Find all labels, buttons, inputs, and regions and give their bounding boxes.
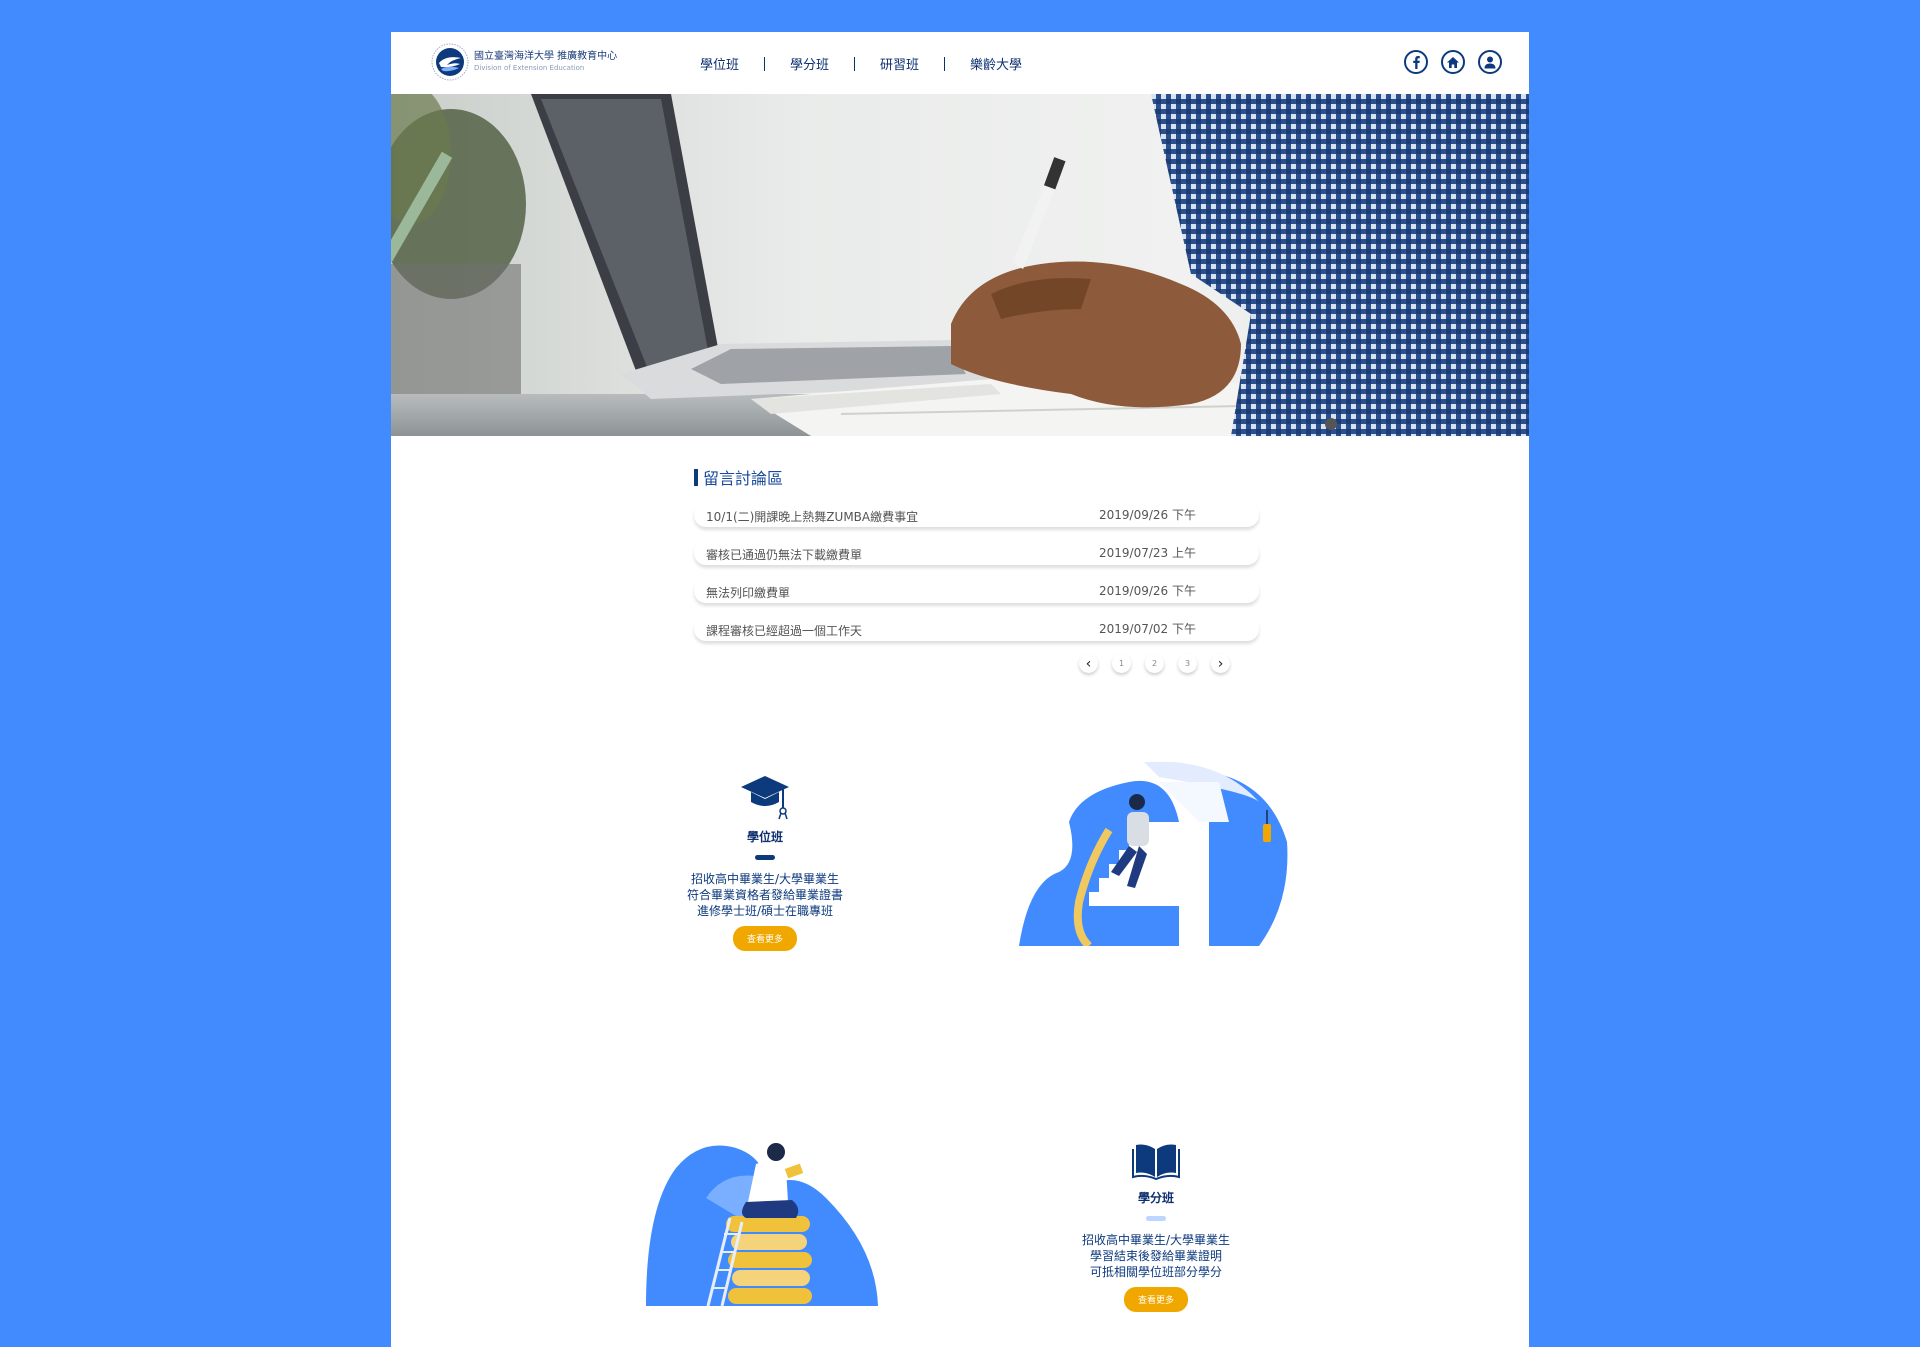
user-icon[interactable] [1478, 50, 1502, 74]
books-stack-illustration [646, 1143, 878, 1306]
forum-row-title[interactable]: 無法列印繳費單 [706, 584, 790, 601]
graduation-cap-icon [741, 776, 789, 820]
page-button-3[interactable]: 3 [1178, 654, 1197, 673]
forum-row[interactable]: 無法列印繳費單 2019/09/26 下午 [694, 578, 1259, 603]
nav-divider [764, 56, 766, 71]
nav-credit[interactable]: 學分班 [790, 54, 829, 73]
prev-page-button[interactable]: ‹ [1079, 654, 1098, 673]
forum-row[interactable]: 課程審核已經超過一個工作天 2019/07/02 下午 [694, 616, 1259, 641]
facebook-icon[interactable] [1404, 50, 1428, 74]
degree-description: 招收高中畢業生/大學畢業生 符合畢業資格者發給畢業證書 進修學士班/碩士在職專班 [655, 871, 875, 919]
credit-desc-line: 招收高中畢業生/大學畢業生 [1081, 1233, 1231, 1247]
pagination: ‹ 1 2 3 › [1079, 654, 1264, 673]
degree-desc-line: 進修學士班/碩士在職專班 [696, 904, 834, 918]
degree-section: 學位班 招收高中畢業生/大學畢業生 符合畢業資格者發給畢業證書 進修學士班/碩士… [655, 774, 875, 951]
forum-title: 留言討論區 [703, 469, 784, 488]
degree-desc-line: 符合畢業資格者發給畢業證書 [686, 888, 843, 902]
credit-more-button[interactable]: 查看更多 [1123, 1287, 1188, 1312]
forum-row-date: 2019/07/23 上午 [1099, 546, 1196, 560]
page-button-1[interactable]: 1 [1112, 654, 1131, 673]
nav-senior-university[interactable]: 樂齡大學 [970, 54, 1022, 73]
header-icons [1404, 50, 1502, 74]
forum-row-title[interactable]: 課程審核已經超過一個工作天 [706, 622, 862, 639]
forum-row[interactable]: 10/1(二)開課晚上熱舞ZUMBA繳費事宜 2019/09/26 下午 [694, 502, 1259, 527]
forum-row-title[interactable]: 審核已通過仍無法下載繳費單 [706, 546, 862, 563]
book-icon [1132, 1144, 1180, 1181]
credit-title: 學分班 [1137, 1191, 1174, 1205]
credit-section: 學分班 招收高中畢業生/大學畢業生 學習結束後發給畢業證明 可抵相關學位班部分學… [1046, 1141, 1266, 1312]
forum-row-date: 2019/07/02 下午 [1099, 622, 1196, 636]
degree-more-button[interactable]: 查看更多 [732, 926, 797, 951]
credit-desc-line: 學習結束後發給畢業證明 [1089, 1249, 1222, 1263]
degree-title: 學位班 [746, 830, 783, 844]
logo-chinese-name: 國立臺灣海洋大學 推廣教育中心 [474, 51, 618, 62]
hero-image [391, 94, 1529, 436]
main-nav: 學位班 學分班 研習班 樂齡大學 [700, 54, 1022, 73]
nav-divider [944, 56, 946, 71]
header: 國立臺灣海洋大學 推廣教育中心 Division of Extension Ed… [391, 32, 1529, 94]
logo-english-name: Division of Extension Education [474, 64, 585, 72]
site-logo[interactable]: 國立臺灣海洋大學 推廣教育中心 Division of Extension Ed… [431, 43, 617, 81]
credit-divider [1146, 1216, 1166, 1221]
credit-desc-line: 可抵相關學位班部分學分 [1089, 1265, 1222, 1279]
nav-workshop[interactable]: 研習班 [880, 54, 919, 73]
forum-row-title[interactable]: 10/1(二)開課晚上熱舞ZUMBA繳費事宜 [706, 508, 918, 525]
heading-accent-bar [694, 468, 698, 486]
forum-row[interactable]: 審核已通過仍無法下載繳費單 2019/07/23 上午 [694, 540, 1259, 565]
forum-list: 10/1(二)開課晚上熱舞ZUMBA繳費事宜 2019/09/26 下午 審核已… [694, 502, 1264, 641]
home-icon[interactable] [1441, 50, 1465, 74]
nav-degree[interactable]: 學位班 [700, 54, 739, 73]
degree-desc-line: 招收高中畢業生/大學畢業生 [690, 872, 840, 886]
credit-description: 招收高中畢業生/大學畢業生 學習結束後發給畢業證明 可抵相關學位班部分學分 [1046, 1232, 1266, 1280]
nav-divider [854, 56, 856, 71]
graduate-stairs-illustration [1019, 762, 1288, 946]
forum-section: 留言討論區 10/1(二)開課晚上熱舞ZUMBA繳費事宜 2019/09/26 … [694, 465, 1264, 673]
hero-banner [391, 94, 1529, 436]
forum-row-date: 2019/09/26 下午 [1099, 508, 1196, 522]
university-emblem-icon [431, 43, 469, 81]
forum-row-date: 2019/09/26 下午 [1099, 584, 1196, 598]
page-container: 國立臺灣海洋大學 推廣教育中心 Division of Extension Ed… [391, 32, 1529, 1347]
degree-divider [755, 855, 775, 860]
page-button-2[interactable]: 2 [1145, 654, 1164, 673]
next-page-button[interactable]: › [1211, 654, 1230, 673]
forum-heading: 留言討論區 [694, 465, 1264, 489]
